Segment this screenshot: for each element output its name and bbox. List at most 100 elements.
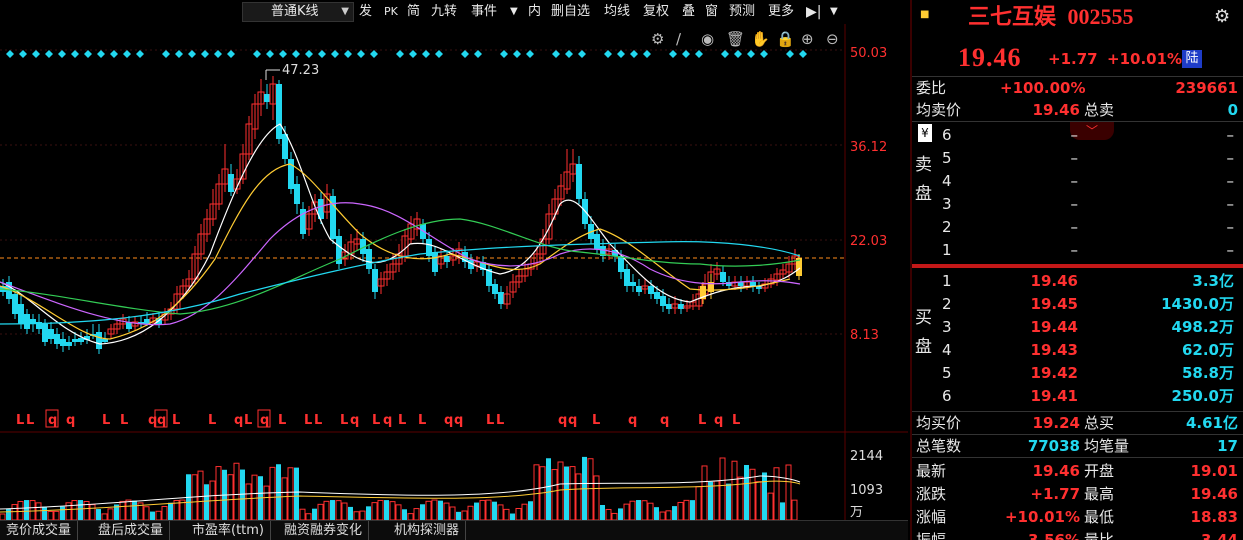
signal-diamond-icon: [110, 50, 118, 58]
volume-axis-label: 2144: [850, 449, 883, 464]
sell-level: 2: [942, 218, 952, 236]
tab-margin-trading[interactable]: 融资融券变化: [278, 521, 370, 540]
volume-bar: [587, 458, 594, 520]
expand-arrow-icon[interactable]: ▶|: [806, 2, 821, 22]
eye-icon[interactable]: ◉: [701, 30, 714, 48]
candle-body: [60, 339, 66, 346]
candle-body: [720, 272, 726, 282]
tab-institution-detector[interactable]: 机构探测器: [388, 521, 467, 540]
toolbar-events-button[interactable]: 事件: [471, 2, 497, 22]
sell-level: 4: [942, 172, 952, 190]
volume-bar: [251, 474, 258, 520]
signal-diamond-icon: [136, 50, 144, 58]
toolbar-forecast-button[interactable]: 预测: [729, 2, 755, 22]
signal-letter: q: [454, 413, 463, 428]
tab-after-hours-volume[interactable]: 盘后成交量: [92, 521, 171, 540]
volume-bar: [96, 509, 101, 520]
signal-diamond-icon: [19, 50, 27, 58]
tab-pe-ttm[interactable]: 市盈率(ttm): [186, 521, 272, 540]
volume-bar: [636, 500, 641, 520]
kline-type-select[interactable]: 普通K线 ▼: [242, 2, 354, 22]
sell-price: –: [1070, 126, 1079, 144]
volume-bar: [485, 499, 492, 520]
candle-body: [678, 304, 684, 309]
volume-bar: [119, 500, 126, 520]
kline-chart[interactable]: LLqqLLqqLLqLqLLLLqLqLLqqLLqqLqqLqL ⚙ ∕ ◉ 🗑 ✋…: [0, 24, 908, 520]
weibi-volume: 239661: [1175, 79, 1238, 97]
signal-diamond-icon: [721, 50, 729, 58]
volume-bar: [755, 481, 762, 520]
toolbar-inner-button[interactable]: 内: [528, 2, 541, 22]
toolbar-simple-button[interactable]: 简: [407, 2, 420, 22]
peak-price-label: 47.23: [282, 63, 319, 78]
toolbar-overlay-button[interactable]: 叠: [682, 2, 695, 22]
signal-diamond-icon: [162, 50, 170, 58]
buy-price: 19.45: [1030, 295, 1078, 313]
toolbar-ma-button[interactable]: 均线: [604, 2, 630, 22]
signal-diamond-icon: [201, 50, 209, 58]
more-chevron-icon[interactable]: ▼: [830, 2, 838, 22]
zoom-in-icon[interactable]: ⊕: [801, 30, 814, 48]
buy-volume: 62.0万: [1181, 341, 1234, 359]
price-change-pct: +10.01%: [1107, 50, 1183, 68]
settings-icon[interactable]: ⚙: [651, 30, 664, 48]
volume-bar: [546, 458, 551, 520]
volume-bar: [425, 500, 432, 520]
lock-icon[interactable]: 🔒: [776, 30, 795, 48]
total-trades-label: 总笔数: [916, 437, 962, 455]
price-axis-label: 22.03: [850, 234, 887, 249]
volume-bar: [150, 511, 155, 520]
toolbar-pk-button[interactable]: PK: [384, 2, 398, 22]
volume-bar: [654, 507, 659, 520]
zoom-out-icon[interactable]: ⊖: [826, 30, 839, 48]
candle-body: [648, 286, 654, 294]
candle-body: [666, 304, 672, 309]
toolbar-more-button[interactable]: 更多: [768, 2, 794, 22]
buy-level: 3: [942, 318, 952, 336]
hand-icon[interactable]: ✋: [751, 30, 770, 48]
volume-bar: [317, 503, 324, 520]
volume-bar: [420, 504, 425, 520]
pct-label: 涨幅: [916, 508, 947, 526]
signal-letter: q: [383, 413, 392, 428]
candle-body: [654, 292, 660, 299]
buy-level: 5: [942, 364, 952, 382]
volume-bar: [384, 500, 389, 520]
volume-bar: [6, 508, 11, 520]
signal-diamond-icon: [279, 50, 287, 58]
avg-sell-label: 均卖价: [916, 101, 962, 119]
signal-letter: L: [16, 413, 24, 428]
toolbar-remove-watch-button[interactable]: 删自选: [551, 2, 590, 22]
tab-auction-volume[interactable]: 竞价成交量: [0, 521, 79, 540]
volume-bar: [107, 508, 114, 520]
volume-bar: [53, 510, 60, 520]
volume-bar: [359, 510, 366, 520]
volume-bar: [402, 509, 407, 520]
signal-diamond-icon: [253, 50, 261, 58]
volume-bar: [461, 510, 468, 520]
signal-diamond-icon: [396, 50, 404, 58]
toolbar-fa-button[interactable]: 发: [359, 2, 372, 22]
signal-diamond-icon: [474, 50, 482, 58]
total-buy-value: 4.61亿: [1185, 414, 1238, 432]
toolbar-adjust-button[interactable]: 复权: [643, 2, 669, 22]
toolbar-jiuzhuan-button[interactable]: 九转: [431, 2, 457, 22]
trash-icon[interactable]: 🗑: [726, 30, 745, 48]
volume-bar: [281, 477, 288, 520]
events-chevron-icon[interactable]: ▼: [510, 2, 518, 22]
buy-level: 1: [942, 272, 952, 290]
signal-diamond-icon: [799, 50, 807, 58]
signal-letter: L: [304, 413, 312, 428]
buy-volume: 1430.0万: [1161, 295, 1234, 313]
signal-diamond-icon: [331, 50, 339, 58]
gear-icon[interactable]: ⚙: [1214, 6, 1230, 27]
volume-bar: [299, 508, 306, 520]
sell-volume: –: [1226, 241, 1235, 259]
volume-bar: [701, 465, 708, 520]
volume-bar: [443, 502, 450, 520]
kline-type-label: 普通K线: [271, 4, 319, 19]
draw-icon[interactable]: ∕: [676, 30, 682, 48]
volume-bar: [497, 504, 504, 520]
toolbar-window-button[interactable]: 窗: [705, 2, 718, 22]
signal-letter: q: [444, 413, 453, 428]
